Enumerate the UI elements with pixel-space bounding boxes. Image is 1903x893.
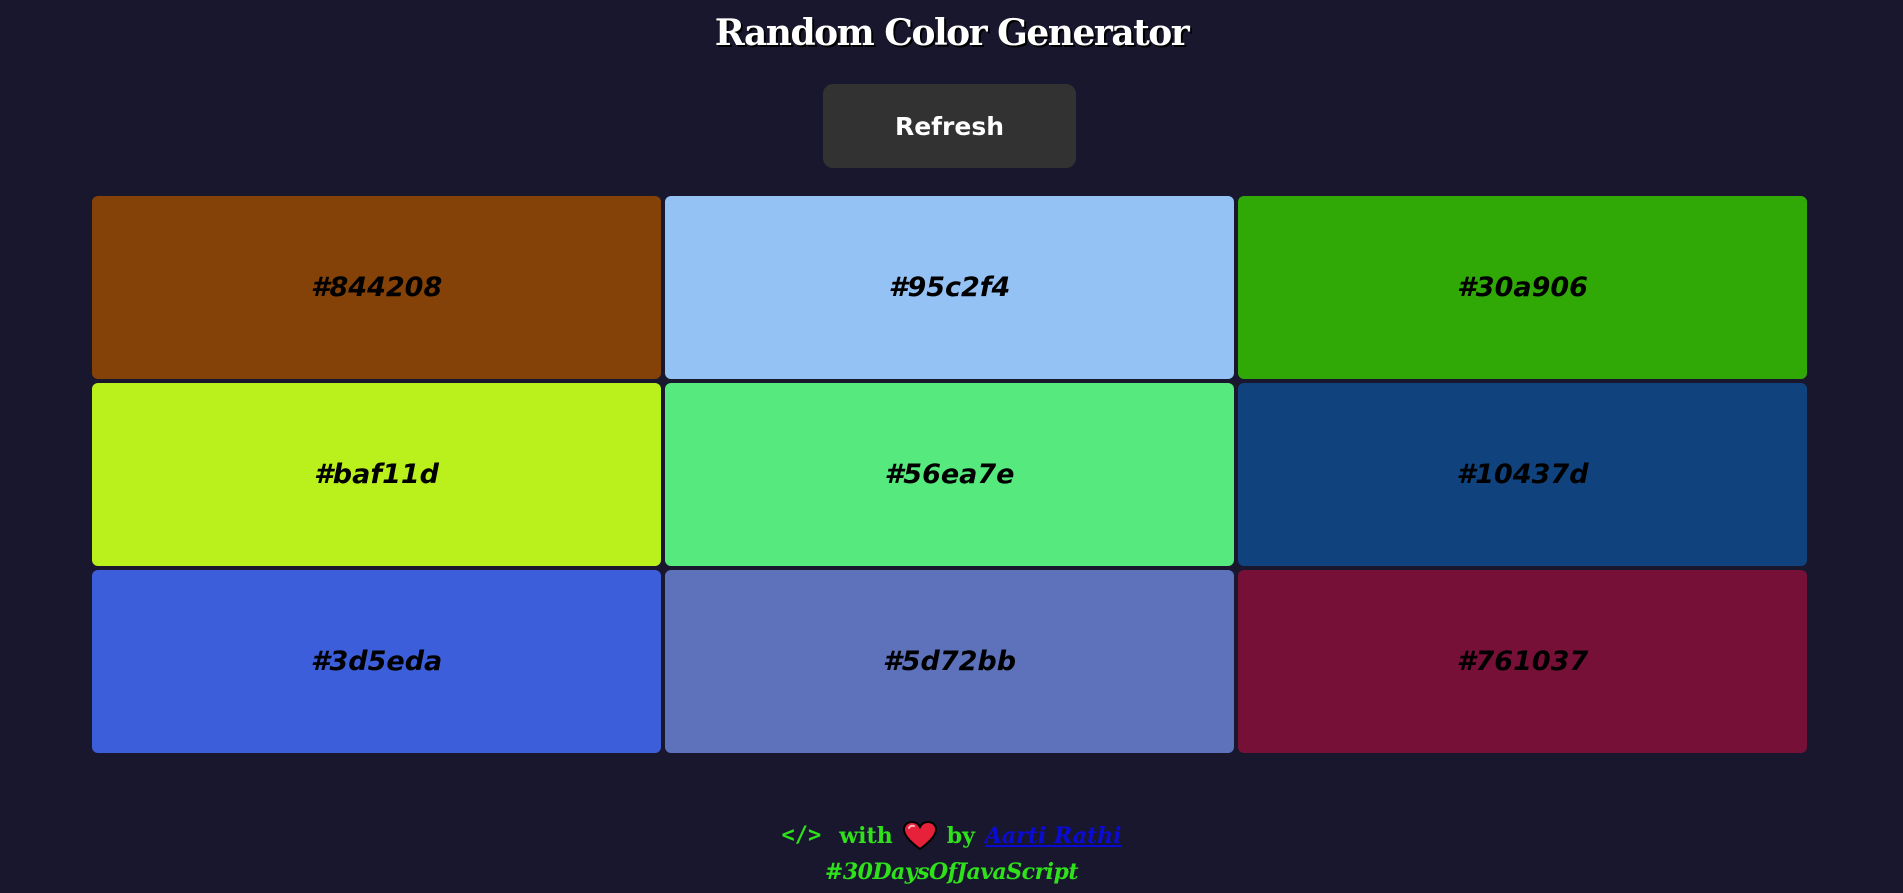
color-tile[interactable]: #baf11d [92,383,661,566]
with-text: with [839,823,893,849]
color-code: #baf11d [314,459,439,490]
author-link[interactable]: Aarti Rathi [985,818,1122,854]
color-tile[interactable]: #95c2f4 [665,196,1234,379]
color-code: #844208 [310,272,443,303]
color-tile[interactable]: #844208 [92,196,661,379]
color-tile[interactable]: #5d72bb [665,570,1234,753]
color-tile[interactable]: #3d5eda [92,570,661,753]
color-tile[interactable]: #56ea7e [665,383,1234,566]
page: Random Color Generator Refresh #844208 #… [0,0,1903,893]
credit-line: </> with by Aarti Rathi [0,818,1903,854]
page-title: Random Color Generator [714,12,1190,54]
color-grid: #844208 #95c2f4 #30a906 #baf11d #56ea7e … [92,196,1807,753]
by-text: by [946,823,975,849]
color-code: #3d5eda [310,646,443,677]
hashtag: #30DaysOfJavaScript [824,859,1079,885]
color-code: #56ea7e [884,459,1015,490]
color-tile[interactable]: #761037 [1238,570,1807,753]
color-tile[interactable]: #30a906 [1238,196,1807,379]
footer: </> with by Aarti Rathi #30DaysOfJavaScr… [0,818,1903,890]
color-code: #761037 [1456,646,1589,677]
color-tile[interactable]: #10437d [1238,383,1807,566]
refresh-button[interactable]: Refresh [823,84,1076,168]
color-code: #5d72bb [882,646,1017,677]
color-code: #10437d [1456,459,1589,490]
color-code: #30a906 [1457,272,1588,303]
heart-icon [902,820,937,851]
color-code: #95c2f4 [888,272,1011,303]
code-icon: </> [781,823,822,848]
